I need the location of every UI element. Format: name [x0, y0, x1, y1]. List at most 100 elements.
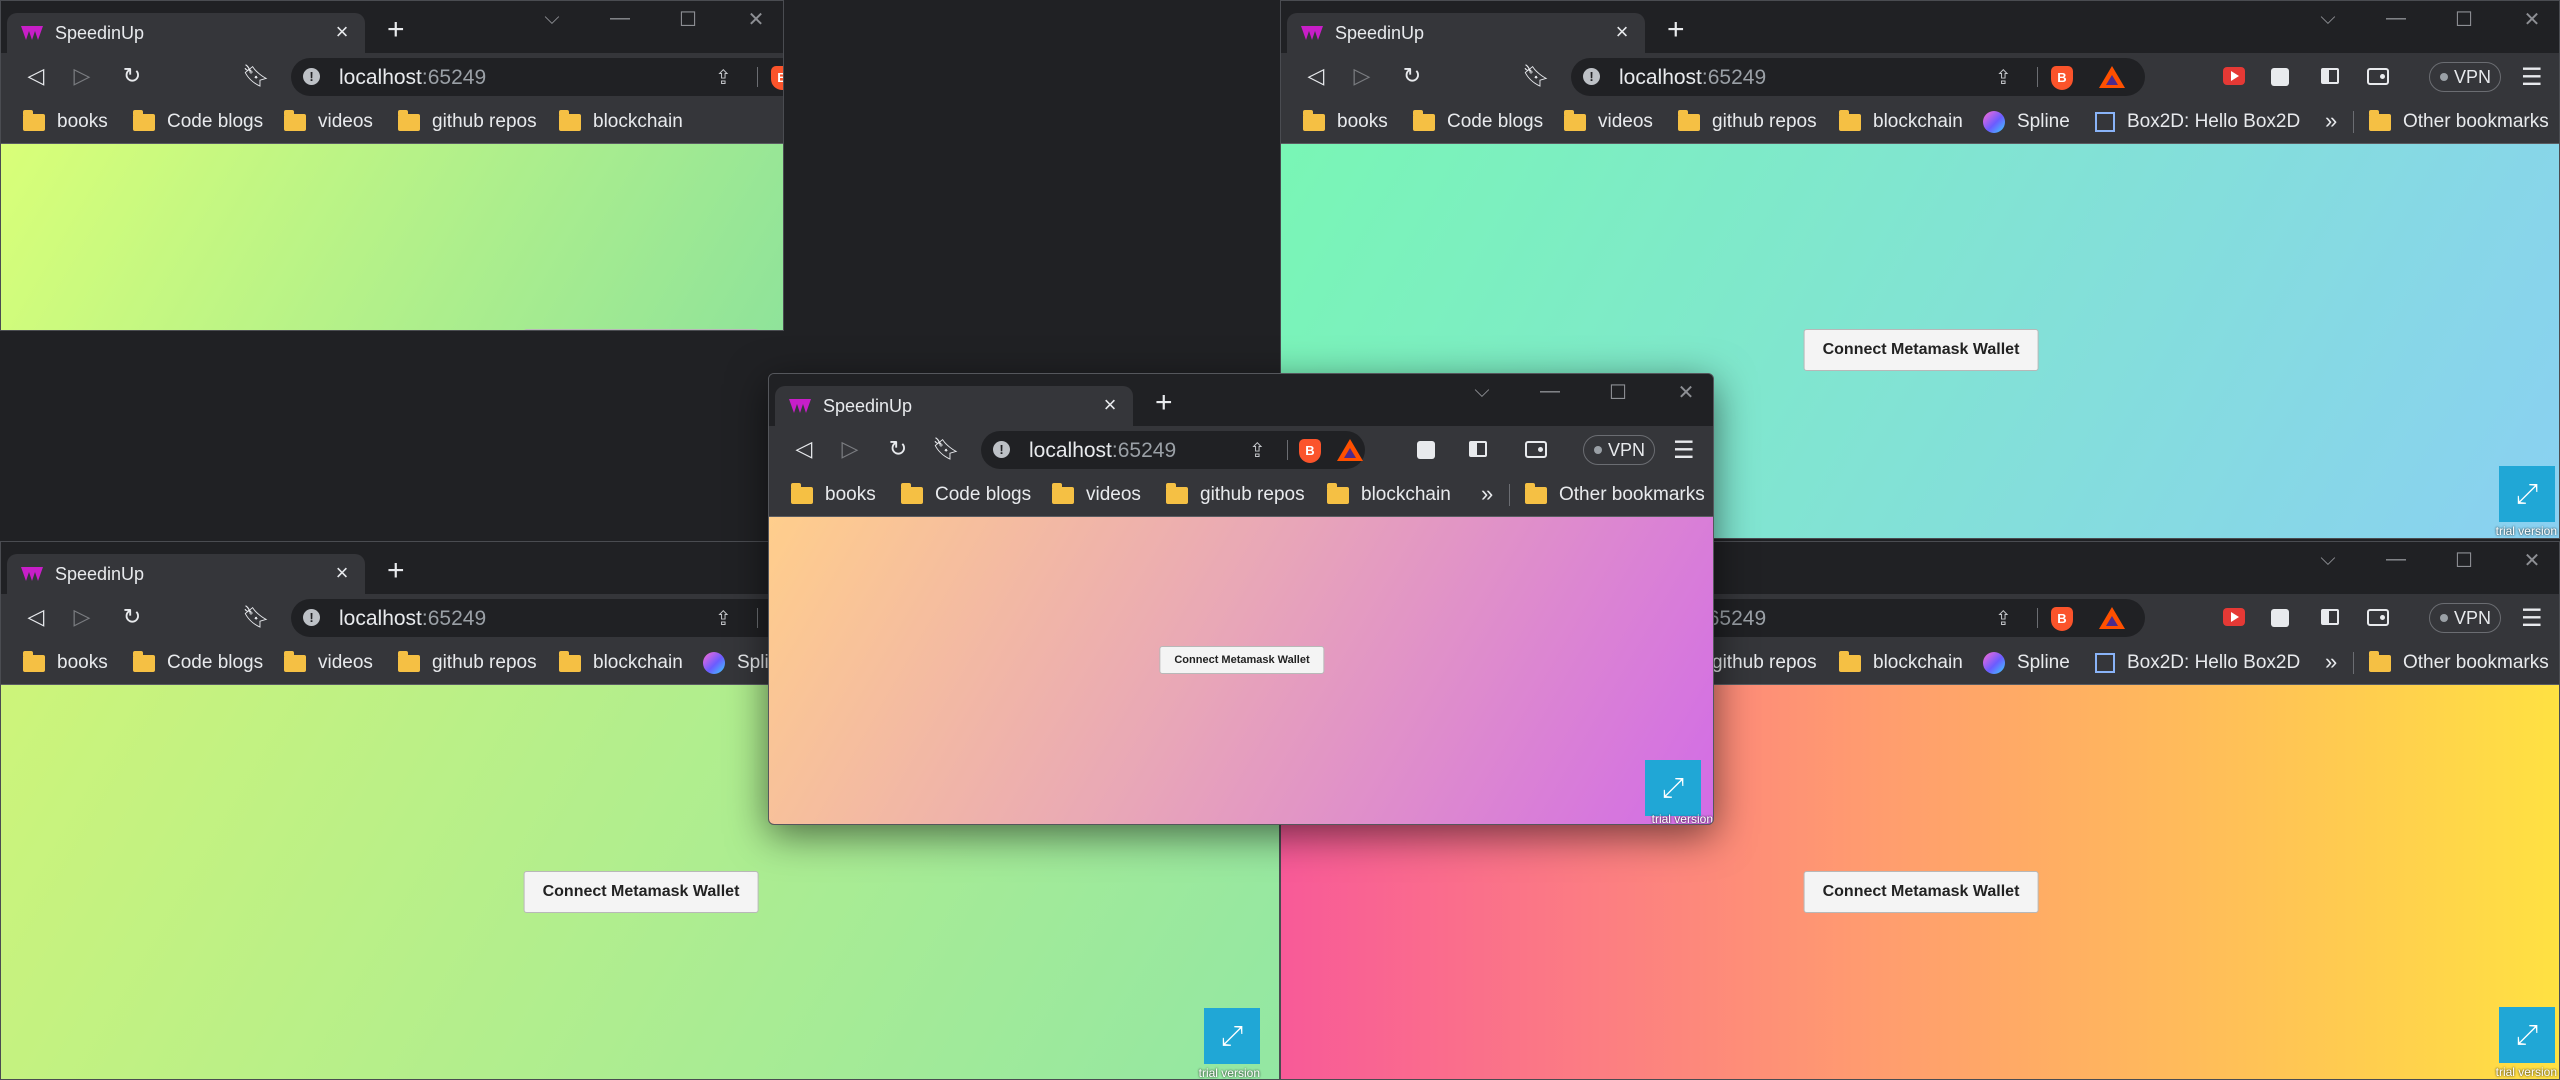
share-icon[interactable]: ⇪: [1995, 65, 2012, 90]
menu-icon[interactable]: ☰: [1673, 436, 1695, 465]
bookmark-other[interactable]: Other bookmarks: [1525, 482, 1705, 506]
info-icon[interactable]: !: [1583, 68, 1600, 85]
tab-speedinup[interactable]: SpeedinUp ×: [775, 386, 1133, 426]
bookmark-code-blogs[interactable]: Code blogs: [133, 109, 263, 133]
brave-shield-icon[interactable]: B: [771, 66, 783, 90]
reload-icon[interactable]: ↻: [1397, 63, 1427, 89]
extensions-icon[interactable]: [2271, 68, 2289, 86]
bookmark-videos[interactable]: videos: [1564, 109, 1653, 133]
tab-close-icon[interactable]: ×: [329, 560, 355, 586]
back-icon[interactable]: ◁: [21, 63, 51, 89]
menu-icon[interactable]: ☰: [2521, 63, 2543, 92]
brave-shield-icon[interactable]: B: [1299, 439, 1321, 463]
forward-icon[interactable]: ▷: [835, 436, 865, 462]
sidebar-icon[interactable]: [1469, 441, 1487, 457]
brave-shield-icon[interactable]: B: [2051, 607, 2073, 631]
bookmark-videos[interactable]: videos: [284, 650, 373, 674]
bookmark-icon[interactable]: 🔖︎: [931, 436, 961, 462]
connect-metamask-button[interactable]: Connect Metamask Wallet: [1803, 329, 2039, 371]
new-tab-button[interactable]: +: [1667, 15, 1685, 45]
share-icon[interactable]: ⇪: [715, 65, 732, 90]
forward-icon[interactable]: ▷: [1347, 63, 1377, 89]
bookmark-blockchain[interactable]: blockchain: [1327, 482, 1451, 506]
bookmark-code-blogs[interactable]: Code blogs: [901, 482, 1031, 506]
tab-speedinup[interactable]: SpeedinUp ×: [7, 13, 365, 53]
share-icon[interactable]: ⇪: [715, 606, 732, 631]
bookmark-blockchain[interactable]: blockchain: [1839, 109, 1963, 133]
youtube-extension-icon[interactable]: [2223, 67, 2245, 85]
reload-icon[interactable]: ↻: [883, 436, 913, 462]
back-icon[interactable]: ◁: [21, 604, 51, 630]
more-bookmarks-chevron-icon[interactable]: »: [2325, 649, 2337, 675]
bookmark-box2d[interactable]: Box2D: Hello Box2D: [2095, 652, 2300, 674]
bat-rewards-icon[interactable]: [1337, 439, 1363, 461]
tab-search-icon[interactable]: ⌵: [535, 7, 569, 32]
close-window-button[interactable]: ✕: [2515, 548, 2549, 573]
forward-icon[interactable]: ▷: [67, 604, 97, 630]
close-window-button[interactable]: ✕: [2515, 7, 2549, 32]
close-window-button[interactable]: ✕: [739, 7, 773, 32]
menu-icon[interactable]: ☰: [2521, 604, 2543, 633]
reload-icon[interactable]: ↻: [117, 63, 147, 89]
extensions-icon[interactable]: [2271, 609, 2289, 627]
tab-search-icon[interactable]: ⌵: [1465, 380, 1499, 405]
share-icon[interactable]: ⇪: [1249, 438, 1266, 463]
more-bookmarks-chevron-icon[interactable]: »: [1481, 481, 1493, 507]
bookmark-videos[interactable]: videos: [1052, 482, 1141, 506]
connect-metamask-button[interactable]: Connect Metamask Wallet: [1803, 871, 2039, 913]
bookmark-github-repos[interactable]: github repos: [1678, 109, 1817, 133]
sidebar-icon[interactable]: [2321, 68, 2339, 84]
bat-rewards-icon[interactable]: [2099, 607, 2125, 629]
expand-icon[interactable]: ⤢: [1645, 760, 1701, 816]
share-icon[interactable]: ⇪: [1995, 606, 2012, 631]
maximize-button[interactable]: ☐: [2447, 7, 2481, 32]
bookmark-code-blogs[interactable]: Code blogs: [133, 650, 263, 674]
tab-speedinup[interactable]: SpeedinUp ×: [7, 554, 365, 594]
minimize-button[interactable]: —: [1533, 380, 1567, 405]
expand-icon[interactable]: ⤢: [2499, 466, 2555, 522]
bookmark-books[interactable]: books: [1303, 109, 1388, 133]
info-icon[interactable]: !: [303, 68, 320, 85]
maximize-button[interactable]: ☐: [671, 7, 705, 32]
new-tab-button[interactable]: +: [387, 15, 405, 45]
tab-close-icon[interactable]: ×: [329, 19, 355, 45]
maximize-button[interactable]: ☐: [2447, 548, 2481, 573]
tab-close-icon[interactable]: ×: [1097, 392, 1123, 418]
bookmark-icon[interactable]: 🔖︎: [241, 604, 271, 630]
sidebar-icon[interactable]: [2321, 609, 2339, 625]
address-bar[interactable]: ! localhost:65249 ⇪ B: [981, 431, 1365, 469]
minimize-button[interactable]: —: [603, 7, 637, 32]
back-icon[interactable]: ◁: [1301, 63, 1331, 89]
maximize-button[interactable]: ☐: [1601, 380, 1635, 405]
wallet-icon[interactable]: [2367, 609, 2389, 626]
bookmark-github-repos[interactable]: github repos: [1166, 482, 1305, 506]
new-tab-button[interactable]: +: [387, 556, 405, 586]
address-bar[interactable]: ! localhost:65249 ⇪ B: [291, 58, 783, 96]
vpn-button[interactable]: VPN: [1583, 435, 1655, 465]
brave-shield-icon[interactable]: B: [2051, 66, 2073, 90]
vpn-button[interactable]: VPN: [2429, 62, 2501, 92]
connect-metamask-button[interactable]: Connect Metamask Wallet: [1159, 646, 1325, 674]
tab-speedinup[interactable]: SpeedinUp ×: [1287, 13, 1645, 53]
minimize-button[interactable]: —: [2379, 7, 2413, 32]
bookmark-blockchain[interactable]: blockchain: [559, 650, 683, 674]
minimize-button[interactable]: —: [2379, 548, 2413, 573]
back-icon[interactable]: ◁: [789, 436, 819, 462]
bookmark-videos[interactable]: videos: [284, 109, 373, 133]
tab-close-icon[interactable]: ×: [1609, 19, 1635, 45]
bookmark-spline[interactable]: Spline: [1983, 652, 2070, 674]
expand-icon[interactable]: ⤢: [2499, 1007, 2555, 1063]
bookmark-spline[interactable]: Spline: [1983, 111, 2070, 133]
bat-rewards-icon[interactable]: [2099, 66, 2125, 88]
reload-icon[interactable]: ↻: [117, 604, 147, 630]
vpn-button[interactable]: VPN: [2429, 603, 2501, 633]
bookmark-blockchain[interactable]: blockchain: [559, 109, 683, 133]
bookmark-code-blogs[interactable]: Code blogs: [1413, 109, 1543, 133]
wallet-icon[interactable]: [1525, 441, 1547, 458]
connect-metamask-button[interactable]: Connect Metamask Wallet: [523, 329, 759, 330]
connect-metamask-button[interactable]: Connect Metamask Wallet: [523, 871, 759, 913]
bookmark-other[interactable]: Other bookmarks: [2369, 109, 2549, 133]
forward-icon[interactable]: ▷: [67, 63, 97, 89]
info-icon[interactable]: !: [303, 609, 320, 626]
close-window-button[interactable]: ✕: [1669, 380, 1703, 405]
